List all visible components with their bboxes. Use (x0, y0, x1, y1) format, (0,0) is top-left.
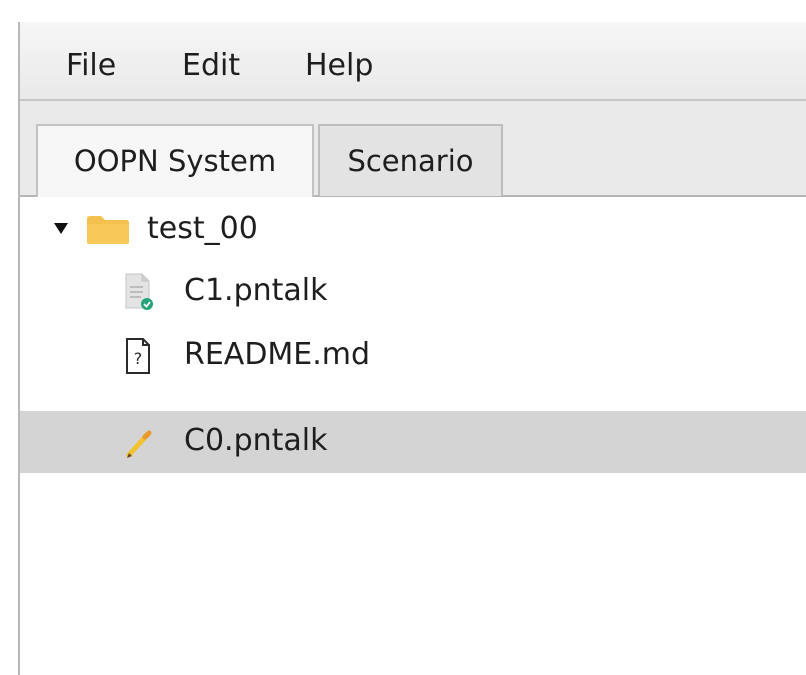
tab-oopn-system[interactable]: OOPN System (36, 124, 314, 198)
file-check-icon (125, 273, 153, 310)
pencil-icon (126, 430, 152, 458)
tree-item-c0-pntalk[interactable]: C0.pntalk (20, 411, 806, 473)
tree-item-label: C1.pntalk (184, 273, 328, 308)
expand-triangle-icon[interactable] (54, 223, 68, 234)
tree-item-test-00[interactable]: test_00 (20, 199, 806, 261)
tab-oopn-system-label: OOPN System (73, 144, 277, 178)
app-window: File Edit Help OOPN System Scenario test… (18, 22, 806, 675)
menu-file[interactable]: File (66, 48, 116, 84)
tab-bar: OOPN System Scenario (20, 101, 806, 198)
folder-icon (87, 216, 129, 244)
svg-text:?: ? (134, 349, 143, 368)
tree-item-label: C0.pntalk (184, 423, 328, 458)
menu-bar: File Edit Help (20, 22, 806, 101)
tree-item-label: README.md (184, 337, 371, 372)
tree-item-c1-pntalk[interactable]: C1.pntalk (20, 261, 806, 323)
tree-item-label: test_00 (147, 211, 258, 246)
menu-edit[interactable]: Edit (182, 48, 240, 84)
tab-scenario[interactable]: Scenario (318, 124, 503, 196)
project-tree[interactable]: test_00 C1.pntalk ? README.md C0.pntalk (20, 197, 806, 675)
tree-item-readme-md[interactable]: ? README.md (20, 325, 806, 387)
menu-help[interactable]: Help (305, 48, 373, 84)
tab-scenario-label: Scenario (347, 144, 474, 178)
file-unknown-icon: ? (126, 338, 150, 374)
